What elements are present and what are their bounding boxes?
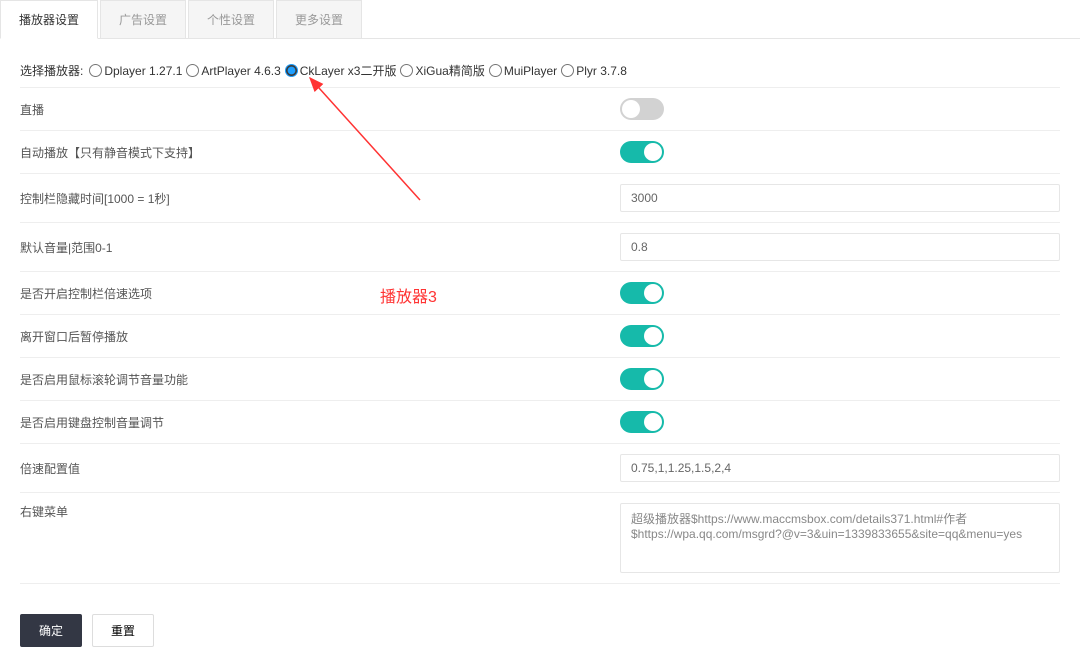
label-volume: 默认音量|范围0-1 [20, 239, 620, 256]
switch-pauseblur[interactable] [620, 325, 664, 347]
radio-dplayer-label: Dplayer 1.27.1 [104, 64, 182, 78]
label-keyvol: 是否启用键盘控制音量调节 [20, 414, 620, 431]
radio-cklayer-label: CkLayer x3二开版 [300, 62, 397, 79]
radio-dplayer[interactable]: Dplayer 1.27.1 [89, 64, 182, 78]
label-hidebar: 控制栏隐藏时间[1000 = 1秒] [20, 190, 620, 207]
label-speedcfg: 倍速配置值 [20, 460, 620, 477]
radio-muiplayer-label: MuiPlayer [504, 64, 557, 78]
textarea-contextmenu[interactable] [620, 503, 1060, 573]
radio-plyr[interactable]: Plyr 3.7.8 [561, 64, 627, 78]
row-pauseblur: 离开窗口后暂停播放 [20, 315, 1060, 358]
switch-speedbar[interactable] [620, 282, 664, 304]
row-wheelvol: 是否启用鼠标滚轮调节音量功能 [20, 358, 1060, 401]
label-contextmenu: 右键菜单 [20, 503, 620, 520]
footer-buttons: 确定 重置 [0, 599, 1080, 662]
radio-muiplayer-input[interactable] [489, 64, 502, 77]
radio-cklayer[interactable]: CkLayer x3二开版 [285, 62, 397, 79]
label-live: 直播 [20, 101, 620, 118]
row-speedcfg: 倍速配置值 [20, 444, 1060, 493]
radio-plyr-label: Plyr 3.7.8 [576, 64, 627, 78]
player-select-label: 选择播放器: [20, 62, 83, 79]
reset-button[interactable]: 重置 [92, 614, 154, 647]
switch-keyvol[interactable] [620, 411, 664, 433]
tab-ad-settings[interactable]: 广告设置 [100, 0, 186, 38]
radio-artplayer-input[interactable] [186, 64, 199, 77]
radio-artplayer[interactable]: ArtPlayer 4.6.3 [186, 64, 280, 78]
label-speedbar: 是否开启控制栏倍速选项 [20, 285, 620, 302]
radio-xigua[interactable]: XiGua精简版 [400, 62, 484, 79]
input-volume[interactable] [620, 233, 1060, 261]
switch-wheelvol[interactable] [620, 368, 664, 390]
tab-personal-settings[interactable]: 个性设置 [188, 0, 274, 38]
row-autoplay: 自动播放【只有静音模式下支持】 [20, 131, 1060, 174]
confirm-button[interactable]: 确定 [20, 614, 82, 647]
tabs-bar: 播放器设置 广告设置 个性设置 更多设置 [0, 0, 1080, 39]
tab-player-settings[interactable]: 播放器设置 [0, 0, 98, 39]
row-keyvol: 是否启用键盘控制音量调节 [20, 401, 1060, 444]
row-speedbar: 是否开启控制栏倍速选项 [20, 272, 1060, 315]
label-wheelvol: 是否启用鼠标滚轮调节音量功能 [20, 371, 620, 388]
input-hidebar[interactable] [620, 184, 1060, 212]
radio-artplayer-label: ArtPlayer 4.6.3 [201, 64, 280, 78]
tab-more-settings[interactable]: 更多设置 [276, 0, 362, 38]
radio-cklayer-input[interactable] [285, 64, 298, 77]
radio-xigua-input[interactable] [400, 64, 413, 77]
input-speedcfg[interactable] [620, 454, 1060, 482]
radio-plyr-input[interactable] [561, 64, 574, 77]
switch-live[interactable] [620, 98, 664, 120]
row-hidebar: 控制栏隐藏时间[1000 = 1秒] [20, 174, 1060, 223]
row-contextmenu: 右键菜单 [20, 493, 1060, 584]
row-live: 直播 [20, 88, 1060, 131]
radio-dplayer-input[interactable] [89, 64, 102, 77]
radio-xigua-label: XiGua精简版 [415, 62, 484, 79]
label-autoplay: 自动播放【只有静音模式下支持】 [20, 144, 620, 161]
form-content: 选择播放器: Dplayer 1.27.1 ArtPlayer 4.6.3 Ck… [0, 39, 1080, 599]
switch-autoplay[interactable] [620, 141, 664, 163]
player-select-row: 选择播放器: Dplayer 1.27.1 ArtPlayer 4.6.3 Ck… [20, 54, 1060, 88]
label-pauseblur: 离开窗口后暂停播放 [20, 328, 620, 345]
row-volume: 默认音量|范围0-1 [20, 223, 1060, 272]
radio-muiplayer[interactable]: MuiPlayer [489, 64, 557, 78]
